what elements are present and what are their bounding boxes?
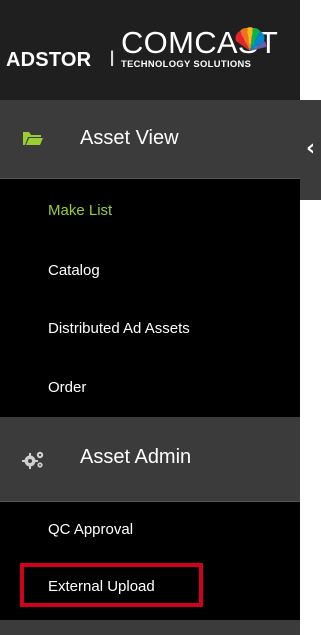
folder-open-icon <box>23 132 43 145</box>
section-label: Asset View <box>80 127 179 149</box>
section-label: Asset Admin <box>80 446 192 468</box>
brand-separator: I <box>109 46 116 71</box>
chevron-left-icon: ‹ <box>306 136 316 161</box>
sidebar-nav <box>0 100 300 635</box>
section-asset-view[interactable]: Asset View <box>0 100 300 179</box>
app-name: ADSTOR <box>6 49 92 71</box>
nav-item-qc-approval[interactable]: QC Approval <box>48 521 133 538</box>
section-divider <box>0 620 300 635</box>
nav-item-catalog[interactable]: Catalog <box>48 262 100 279</box>
nav-item-distributed-ad-assets[interactable]: Distributed Ad Assets <box>48 320 190 337</box>
nav-item-make-list[interactable]: Make List <box>48 202 112 219</box>
highlight-box <box>20 563 203 607</box>
gears-icon <box>22 451 44 469</box>
sidebar-collapse-button[interactable]: ‹ <box>300 100 321 200</box>
company-subtitle: TECHNOLOGY SOLUTIONS <box>121 58 252 69</box>
section-asset-admin[interactable]: Asset Admin <box>0 417 300 502</box>
peacock-logo-icon <box>235 27 267 51</box>
app-header: ADSTOR I COMCAST TECHNOLOGY SOLUTIONS <box>0 0 300 100</box>
nav-item-order[interactable]: Order <box>48 379 86 396</box>
